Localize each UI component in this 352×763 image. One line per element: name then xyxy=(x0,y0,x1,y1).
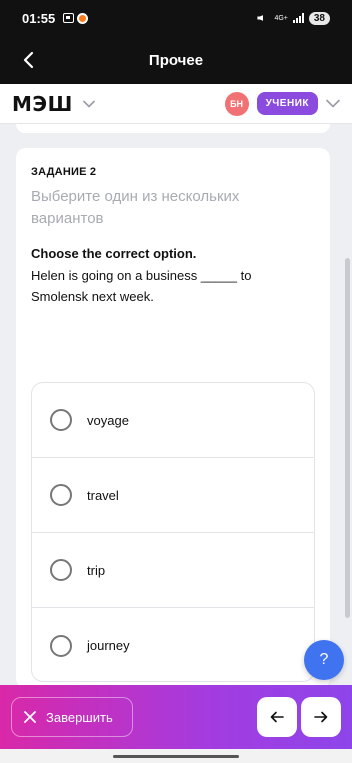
network-type: 4G+ xyxy=(274,14,288,22)
app-switcher-button[interactable] xyxy=(82,100,95,108)
arrow-right-icon xyxy=(314,711,328,723)
status-bar: 01:55 4G+ 38 xyxy=(0,0,352,36)
option-label: voyage xyxy=(87,412,129,428)
page-title: Прочее xyxy=(148,51,204,69)
radio-button[interactable] xyxy=(50,559,72,581)
next-task-button[interactable] xyxy=(301,697,341,737)
task-number: ЗАДАНИЕ 2 xyxy=(31,166,97,178)
signal-icon xyxy=(292,13,304,23)
option-voyage[interactable]: voyage xyxy=(32,383,314,458)
scrollbar[interactable] xyxy=(345,258,350,618)
task-sentence: Helen is going on a business _____ to Sm… xyxy=(31,268,252,304)
role-badge[interactable]: УЧЕНИК xyxy=(256,92,318,115)
mute-icon xyxy=(257,13,269,23)
radio-button[interactable] xyxy=(50,484,72,506)
chevron-down-icon xyxy=(326,99,340,108)
battery-indicator: 38 xyxy=(308,11,330,25)
mesh-logo: МЭШ xyxy=(12,91,73,116)
previous-task-card xyxy=(16,124,330,133)
back-button[interactable] xyxy=(14,46,42,74)
question-mark-icon: ? xyxy=(319,651,329,668)
task-question: Choose the correct option. xyxy=(31,246,197,261)
previous-task-button[interactable] xyxy=(257,697,297,737)
arrow-left-icon xyxy=(23,51,34,69)
help-button[interactable]: ? xyxy=(304,640,344,680)
notification-dot-icon xyxy=(77,12,89,24)
chevron-down-icon xyxy=(82,100,95,108)
radio-button[interactable] xyxy=(50,409,72,431)
task-hint: Выберите один из нескольких вариантов xyxy=(31,188,240,227)
screenshot-icon xyxy=(63,13,75,23)
answer-options: voyage travel trip journey xyxy=(31,382,315,682)
finish-button[interactable]: Завершить xyxy=(11,697,133,737)
radio-button[interactable] xyxy=(50,634,72,657)
option-journey[interactable]: journey xyxy=(32,608,314,681)
brand-bar: МЭШ БН УЧЕНИК xyxy=(0,84,352,124)
status-time: 01:55 xyxy=(22,10,56,26)
option-label: journey xyxy=(87,638,130,653)
app-header: Прочее xyxy=(0,36,352,84)
task-card: ЗАДАНИЕ 2 Выберите один из нескольких ва… xyxy=(16,148,330,688)
option-label: trip xyxy=(87,562,106,578)
bottom-action-bar: Завершить xyxy=(0,685,352,749)
close-icon xyxy=(24,711,36,723)
profile-menu-button[interactable] xyxy=(326,99,340,108)
arrow-left-icon xyxy=(270,711,284,723)
gesture-handle[interactable] xyxy=(113,755,239,758)
option-trip[interactable]: trip xyxy=(32,533,314,608)
option-travel[interactable]: travel xyxy=(32,458,314,533)
option-label: travel xyxy=(87,487,119,503)
finish-label: Завершить xyxy=(46,709,113,725)
avatar[interactable]: БН xyxy=(224,91,249,116)
system-navigation-bar xyxy=(0,749,352,763)
